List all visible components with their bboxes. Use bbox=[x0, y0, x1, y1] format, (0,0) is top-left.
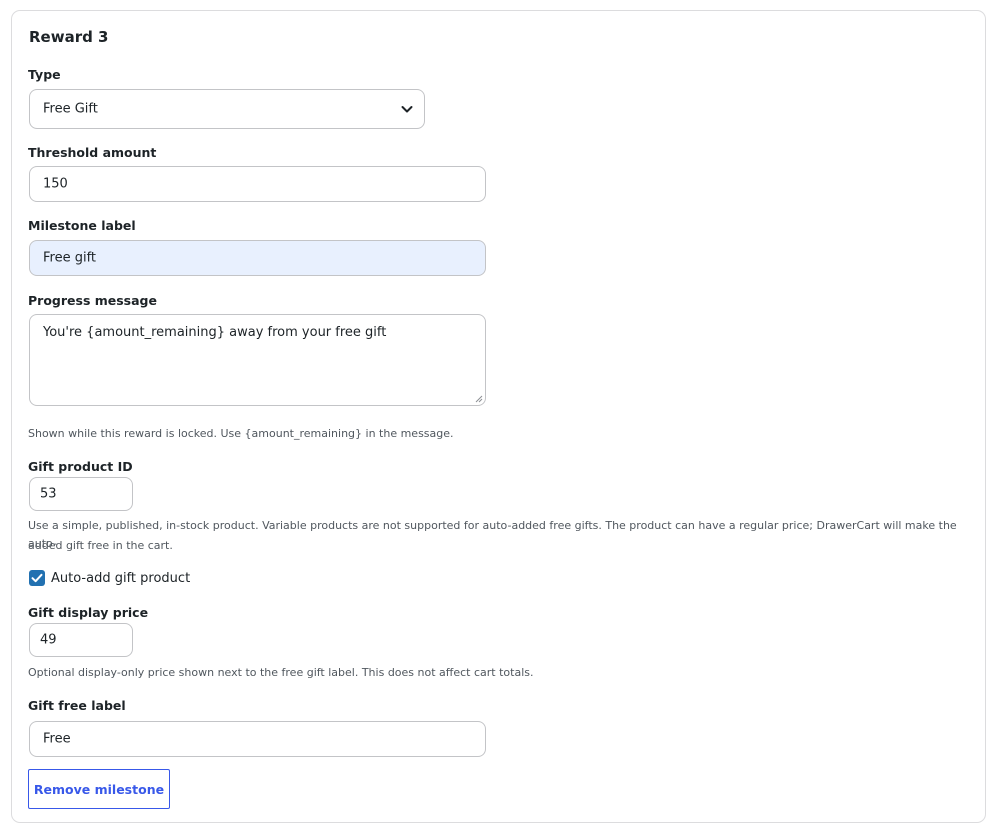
threshold-amount-value: 150 bbox=[43, 176, 68, 192]
checkmark-icon bbox=[31, 573, 43, 583]
gift-free-label-value: Free bbox=[43, 731, 71, 747]
gift-free-label-input[interactable]: Free bbox=[29, 721, 486, 757]
milestone-label-value: Free gift bbox=[43, 250, 97, 266]
threshold-label: Threshold amount bbox=[28, 145, 157, 160]
progress-message-value: You're {amount_remaining} away from your… bbox=[43, 325, 387, 340]
gift-free-label-label: Gift free label bbox=[28, 698, 126, 713]
threshold-amount-input[interactable]: 150 bbox=[29, 166, 486, 202]
gift-display-price-help: Optional display-only price shown next t… bbox=[28, 666, 534, 679]
gift-display-price-value: 49 bbox=[40, 632, 57, 648]
type-label: Type bbox=[28, 67, 61, 82]
progress-message-textarea[interactable]: You're {amount_remaining} away from your… bbox=[29, 314, 486, 406]
resize-grip-icon[interactable] bbox=[474, 394, 483, 403]
remove-milestone-button[interactable]: Remove milestone bbox=[28, 769, 170, 809]
progress-message-label: Progress message bbox=[28, 293, 157, 308]
gift-product-id-label: Gift product ID bbox=[28, 459, 133, 474]
gift-display-price-label: Gift display price bbox=[28, 605, 149, 620]
gift-product-id-input[interactable]: 53 bbox=[29, 477, 133, 511]
auto-add-label[interactable]: Auto-add gift product bbox=[51, 571, 190, 586]
progress-message-help: Shown while this reward is locked. Use {… bbox=[28, 427, 454, 440]
gift-product-id-value: 53 bbox=[40, 486, 57, 502]
chevron-down-icon bbox=[401, 106, 413, 113]
type-select-value: Free Gift bbox=[43, 101, 98, 117]
milestone-label-input[interactable]: Free gift bbox=[29, 240, 486, 276]
type-select[interactable]: Free Gift bbox=[29, 89, 425, 129]
gift-product-help-line-2: added gift free in the cart. bbox=[28, 539, 173, 552]
reward-card: Reward 3 Type Free Gift Threshold amount… bbox=[11, 10, 986, 823]
auto-add-checkbox[interactable] bbox=[29, 570, 45, 586]
milestone-label-label: Milestone label bbox=[28, 218, 136, 233]
gift-display-price-input[interactable]: 49 bbox=[29, 623, 133, 657]
reward-title: Reward 3 bbox=[29, 28, 109, 46]
